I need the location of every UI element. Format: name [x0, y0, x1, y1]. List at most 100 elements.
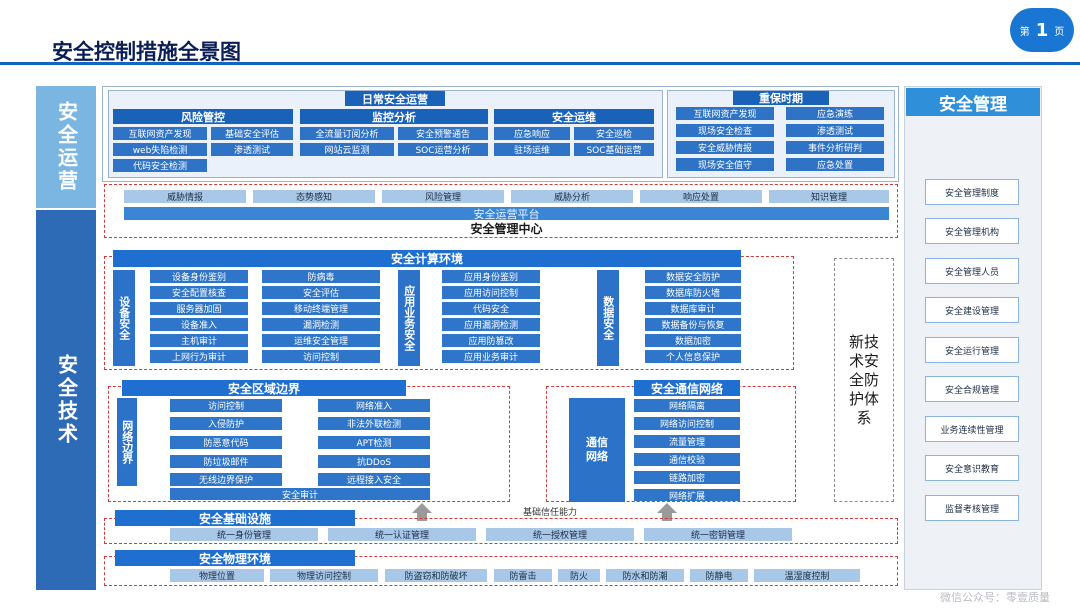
- compute-item: 数据安全防护: [645, 270, 741, 283]
- key-period-title: 重保时期: [733, 91, 829, 105]
- key-item: 现场安全值守: [676, 158, 774, 171]
- compute-item: 数据加密: [645, 334, 741, 347]
- soc-center-label: 安全管理中心: [470, 222, 543, 236]
- compute-item: 主机审计: [150, 334, 248, 347]
- band-tech-label: 安全技术: [54, 354, 79, 446]
- comm-item: 网络访问控制: [634, 417, 740, 430]
- ops-item: 驻场运维: [494, 143, 570, 156]
- compute-item: 访问控制: [262, 350, 380, 363]
- compute-item: 上网行为审计: [150, 350, 248, 363]
- ops-item: SOC基础运营: [574, 143, 654, 156]
- compute-item: 应用身份鉴别: [442, 270, 540, 283]
- compute-item: 防病毒: [262, 270, 380, 283]
- physical-item: 防静电: [690, 569, 748, 582]
- comm-item: 通信校验: [634, 453, 740, 466]
- ops-item: 安全预警通告: [398, 127, 488, 140]
- data-security-text: 数据安全: [601, 296, 615, 340]
- compute-item: 安全评估: [262, 286, 380, 299]
- device-security-label: 设备安全: [113, 270, 135, 366]
- mgmt-item: 安全管理人员: [925, 258, 1019, 284]
- compute-item: 设备准入: [150, 318, 248, 331]
- band-tech: 安全技术: [36, 210, 100, 590]
- ops-item: SOC运营分析: [398, 143, 488, 156]
- key-item: 应急处置: [786, 158, 884, 171]
- soc-item: 威胁分析: [511, 190, 633, 203]
- infra-item: 统一授权管理: [486, 528, 634, 541]
- mgmt-item: 安全建设管理: [925, 297, 1019, 323]
- network-border-text: 网络边界: [120, 420, 134, 464]
- infra-item: 统一认证管理: [328, 528, 476, 541]
- infra-item: 统一密钥管理: [644, 528, 792, 541]
- group-header: 风险管控: [113, 109, 293, 124]
- infra-title: 安全基础设施: [115, 510, 355, 526]
- border-item: 非法外联检测: [318, 417, 430, 430]
- border-item: APT检测: [318, 436, 430, 449]
- physical-item: 防雷击: [494, 569, 552, 582]
- key-item: 安全威胁情报: [676, 141, 774, 154]
- ops-item: 全流量订阅分析: [300, 127, 394, 140]
- compute-item: 数据库审计: [645, 302, 741, 315]
- new-tech-label: 新技术安全防护体系: [848, 332, 879, 427]
- key-item: 现场安全检查: [676, 124, 774, 137]
- page-prefix: 第: [1019, 26, 1030, 38]
- key-item: 渗透测试: [786, 124, 884, 137]
- mgmt-item: 安全合规管理: [925, 376, 1019, 402]
- physical-item: 温湿度控制: [754, 569, 860, 582]
- infra-item: 统一身份管理: [170, 528, 318, 541]
- mgmt-item: 安全意识教育: [925, 455, 1019, 481]
- group-header: 监控分析: [300, 109, 488, 124]
- mgmt-item: 监督考核管理: [925, 495, 1019, 521]
- ops-item: 代码安全检测: [113, 159, 207, 172]
- arrow-up-icon: [657, 503, 677, 513]
- band-ops-label: 安全运营: [54, 101, 79, 193]
- border-item: 防垃圾邮件: [170, 455, 282, 468]
- comm-item: 网络隔离: [634, 399, 740, 412]
- border-item: 无线边界保护: [170, 473, 282, 486]
- border-panel: [108, 386, 510, 502]
- border-item: 防恶意代码: [170, 436, 282, 449]
- compute-item: 漏洞检测: [262, 318, 380, 331]
- soc-item: 态势感知: [253, 190, 375, 203]
- compute-item: 设备身份鉴别: [150, 270, 248, 283]
- border-item: 抗DDoS: [318, 455, 430, 468]
- soc-item: 威胁情报: [124, 190, 246, 203]
- key-item: 应急演练: [786, 107, 884, 120]
- compute-item: 运维安全管理: [262, 334, 380, 347]
- key-item: 事件分析研判: [786, 141, 884, 154]
- slide: 安全控制措施全景图 第 1 页 安全运营 安全技术 日常安全运营 风险管控 互联…: [0, 0, 1080, 608]
- ops-item: 应急响应: [494, 127, 570, 140]
- compute-item: 应用业务审计: [442, 350, 540, 363]
- comm-network-text: 通信网络: [586, 436, 608, 463]
- device-security-text: 设备安全: [117, 296, 131, 340]
- compute-item: 数据备份与恢复: [645, 318, 741, 331]
- soc-item: 风险管理: [382, 190, 504, 203]
- mgmt-title: 安全管理: [906, 88, 1040, 116]
- border-item: 访问控制: [170, 399, 282, 412]
- page-suffix: 页: [1054, 26, 1065, 38]
- ops-item: 基础安全评估: [211, 127, 293, 140]
- compute-item: 个人信息保护: [645, 350, 741, 363]
- physical-item: 防水和防潮: [606, 569, 684, 582]
- ops-item: 网站云监测: [300, 143, 394, 156]
- mgmt-item: 业务连续性管理: [925, 416, 1019, 442]
- comm-network-label: 通信网络: [569, 398, 625, 502]
- page-number-badge: 第 1 页: [1010, 8, 1074, 52]
- ops-item: 渗透测试: [211, 143, 293, 156]
- compute-item: 代码安全: [442, 302, 540, 315]
- physical-item: 防火: [558, 569, 600, 582]
- border-title: 安全区域边界: [122, 380, 406, 396]
- ops-item: 互联网资产发现: [113, 127, 207, 140]
- physical-item: 防盗窃和防破坏: [385, 569, 487, 582]
- ops-item: web失陷检测: [113, 143, 207, 156]
- compute-item: 数据库防火墙: [645, 286, 741, 299]
- app-security-text: 应用业务安全: [402, 285, 416, 351]
- mgmt-item: 安全管理制度: [925, 179, 1019, 205]
- compute-item: 应用漏洞检测: [442, 318, 540, 331]
- ops-item: 安全巡检: [574, 127, 654, 140]
- physical-item: 物理访问控制: [270, 569, 378, 582]
- comm-item: 网络扩展: [634, 489, 740, 502]
- band-ops: 安全运营: [36, 86, 100, 208]
- app-security-label: 应用业务安全: [398, 270, 420, 366]
- comm-title: 安全通信网络: [634, 380, 740, 396]
- border-item: 网络准入: [318, 399, 430, 412]
